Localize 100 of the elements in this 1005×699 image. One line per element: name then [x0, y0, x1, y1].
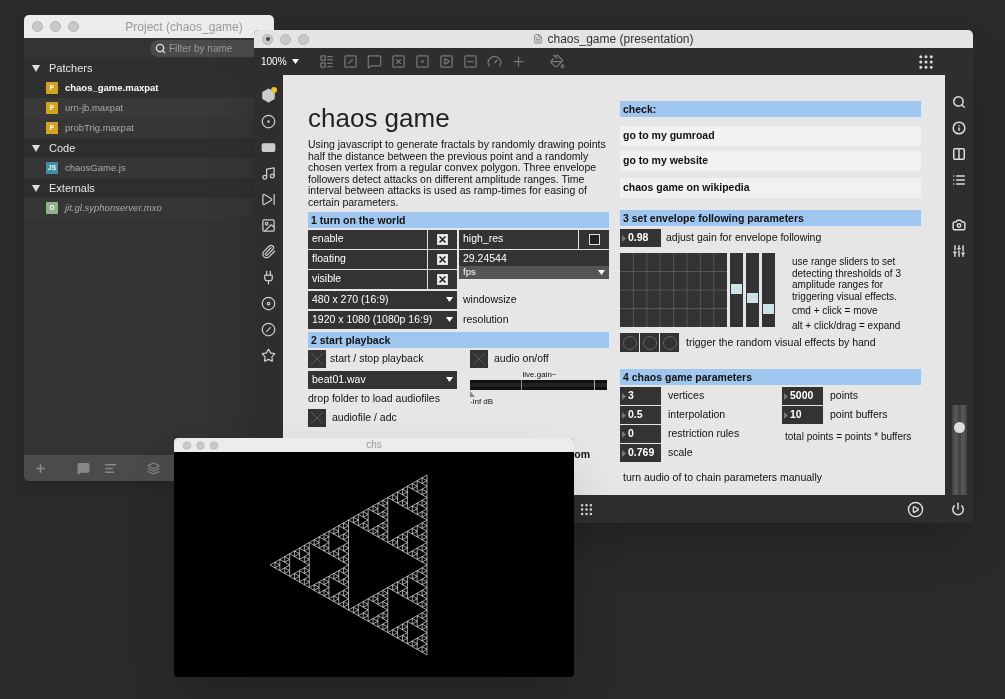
window-title: Project (chaos_game) — [124, 18, 244, 36]
param-label: adjust gain for envelope following — [666, 230, 822, 246]
number-box[interactable]: 0 — [620, 425, 661, 443]
plug-icon[interactable] — [261, 270, 276, 285]
list-icon[interactable] — [952, 173, 966, 187]
circle-slash-icon[interactable] — [261, 322, 276, 337]
section-heading: 1 turn on the world — [308, 211, 609, 228]
skip-forward-icon[interactable] — [261, 192, 276, 207]
gain-pointer-icon — [470, 390, 475, 397]
section-heading: 4 chaos game parameters — [620, 369, 921, 385]
checkbox[interactable] — [588, 233, 600, 245]
caret-icon — [291, 59, 299, 64]
gain-reading: -inf dB — [470, 396, 495, 407]
number-box[interactable]: 0.769 — [620, 444, 661, 462]
cube-icon[interactable] — [261, 88, 276, 103]
link-button[interactable]: chaos game on wikipedia — [620, 178, 921, 198]
toggle-label: start / stop playback — [330, 350, 424, 366]
slider-thumb[interactable] — [763, 304, 774, 315]
param-label: vertices — [668, 388, 705, 404]
camera-icon[interactable] — [952, 218, 966, 232]
note-text: turn audio of to chain parameters manually — [623, 470, 824, 485]
caret-icon — [446, 317, 453, 323]
grid-icon[interactable] — [917, 52, 935, 71]
paperclip-icon[interactable] — [261, 244, 276, 259]
disclosure-icon — [32, 64, 40, 72]
number-box[interactable]: 10 — [782, 406, 823, 424]
note-text: total points = points * buffers — [785, 430, 912, 444]
toggle-label: enable — [308, 229, 428, 249]
dial-icon[interactable] — [487, 54, 502, 69]
toggle[interactable] — [470, 349, 488, 368]
panel-icon[interactable] — [319, 54, 334, 69]
dropdown[interactable]: 1920 x 1080 (1080p 16:9) — [308, 310, 457, 330]
checkbox[interactable] — [437, 233, 448, 245]
help-text: use range sliders to set detecting thresholds of 3 amplitude ranges for triggering visual effects. — [792, 256, 902, 302]
param-label: interpolation — [668, 407, 726, 423]
param-label: points — [830, 388, 859, 404]
checkbox[interactable] — [437, 253, 448, 265]
star-icon[interactable] — [261, 348, 276, 363]
toggle-label: high_res — [459, 229, 579, 249]
disc-icon[interactable] — [261, 296, 276, 311]
power-icon[interactable] — [951, 502, 965, 516]
gain-slider[interactable] — [951, 405, 967, 495]
toggle-icon[interactable] — [391, 54, 406, 69]
param-label: scale — [668, 445, 693, 461]
hint-text: drop folder to load audiofiles — [308, 390, 441, 406]
number-box[interactable]: 3 — [620, 387, 661, 405]
gain-meter[interactable] — [470, 379, 607, 390]
section-heading: check: — [620, 101, 921, 117]
toggle[interactable] — [308, 349, 326, 368]
image-icon[interactable] — [261, 218, 276, 233]
link-button[interactable]: go to my website — [620, 151, 921, 171]
window-control[interactable] — [262, 33, 273, 45]
link-text[interactable]: om — [574, 447, 590, 464]
dropdown[interactable]: beat01.wav — [308, 370, 457, 390]
target-icon[interactable] — [261, 114, 276, 129]
number-box[interactable]: 5000 — [782, 387, 823, 405]
caret-icon — [598, 269, 605, 275]
tree-group[interactable]: Code — [24, 138, 254, 158]
music-note-icon[interactable] — [261, 166, 276, 181]
comment-icon[interactable] — [367, 54, 382, 69]
number-box[interactable]: 0.98 — [620, 229, 661, 247]
slider-thumb[interactable] — [731, 284, 742, 295]
disclosure-icon — [32, 184, 40, 192]
range-slider[interactable] — [730, 253, 743, 327]
range-slider[interactable] — [762, 253, 775, 327]
dropdown[interactable]: 480 x 270 (16:9) — [308, 290, 457, 310]
link-button[interactable]: go to my gumroad — [620, 126, 921, 146]
layers-icon[interactable] — [147, 461, 160, 475]
rectangle-icon[interactable] — [261, 140, 276, 155]
range-slider[interactable] — [746, 253, 759, 327]
tree-group[interactable]: Externals — [24, 178, 254, 198]
trigger-label: trigger the random visual effects by hand — [686, 334, 876, 350]
comment-icon[interactable] — [77, 461, 90, 475]
number-box[interactable]: 0.5 — [620, 406, 661, 424]
play-box-icon[interactable] — [439, 54, 454, 69]
paint-bucket-icon[interactable] — [550, 54, 565, 69]
param-label: restriction rules — [668, 426, 740, 442]
info-icon[interactable] — [952, 121, 966, 135]
slider-thumb[interactable] — [953, 421, 965, 433]
tree-group[interactable]: Patchers — [24, 58, 254, 78]
mixer-icon[interactable] — [952, 244, 966, 258]
menu-label: windowsize — [463, 292, 517, 308]
toggle-label: audiofile / adc — [332, 410, 397, 426]
zoom-menu[interactable]: 100% — [261, 54, 319, 69]
toggle[interactable] — [308, 409, 326, 428]
document-icon — [533, 34, 544, 44]
patch-title: chaos game — [308, 103, 451, 133]
checkbox[interactable] — [437, 273, 448, 285]
play-icon[interactable] — [907, 500, 924, 518]
caret-icon — [446, 377, 453, 383]
toggle-label: audio on/off — [494, 350, 549, 366]
add-icon[interactable] — [511, 54, 526, 69]
search-icon[interactable] — [952, 95, 966, 109]
add-icon[interactable] — [34, 461, 47, 475]
section-heading: 2 start playback — [308, 331, 609, 348]
window-title: chaos_game (presentation) — [547, 31, 694, 48]
disclosure-icon — [32, 144, 40, 152]
window-title: chs — [365, 438, 383, 452]
toggle-label: visible — [308, 269, 428, 289]
slider-thumb[interactable] — [747, 293, 758, 304]
